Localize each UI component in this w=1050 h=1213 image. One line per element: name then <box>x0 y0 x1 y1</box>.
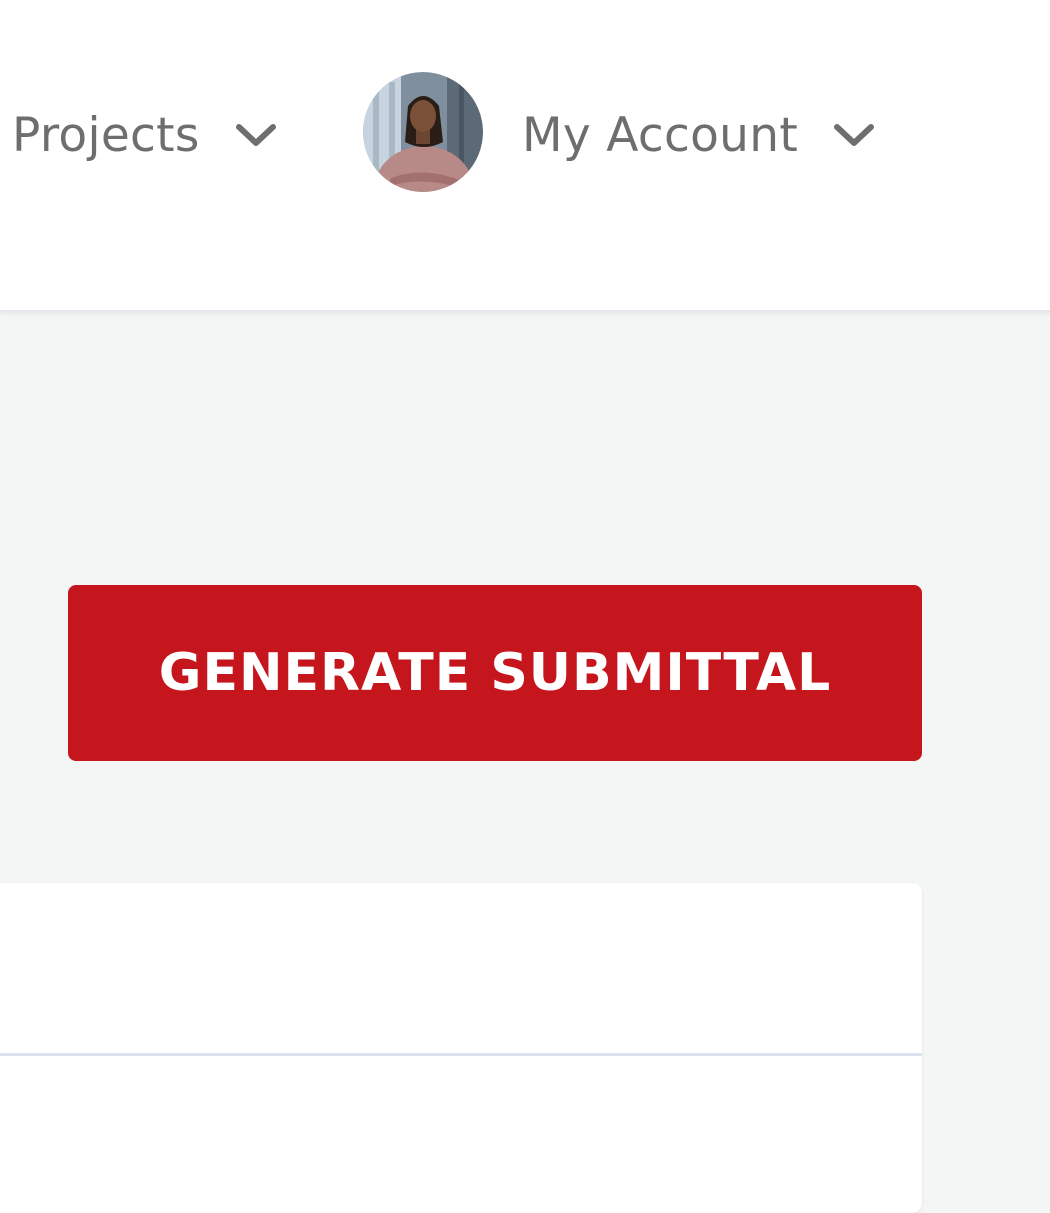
generate-submittal-button[interactable]: GENERATE SUBMITTAL <box>68 585 922 761</box>
content-card <box>0 883 922 1213</box>
card-header <box>0 883 922 1056</box>
card-body <box>0 1056 922 1213</box>
user-avatar[interactable] <box>363 72 483 192</box>
projects-menu-label: Projects <box>12 107 200 163</box>
top-navigation-bar: Projects My Account <box>0 0 1050 312</box>
account-menu-label: My Account <box>522 107 799 163</box>
chevron-down-icon <box>832 121 876 149</box>
projects-menu[interactable]: Projects <box>12 96 278 174</box>
account-menu[interactable]: My Account <box>522 96 876 174</box>
chevron-down-icon <box>234 121 278 149</box>
